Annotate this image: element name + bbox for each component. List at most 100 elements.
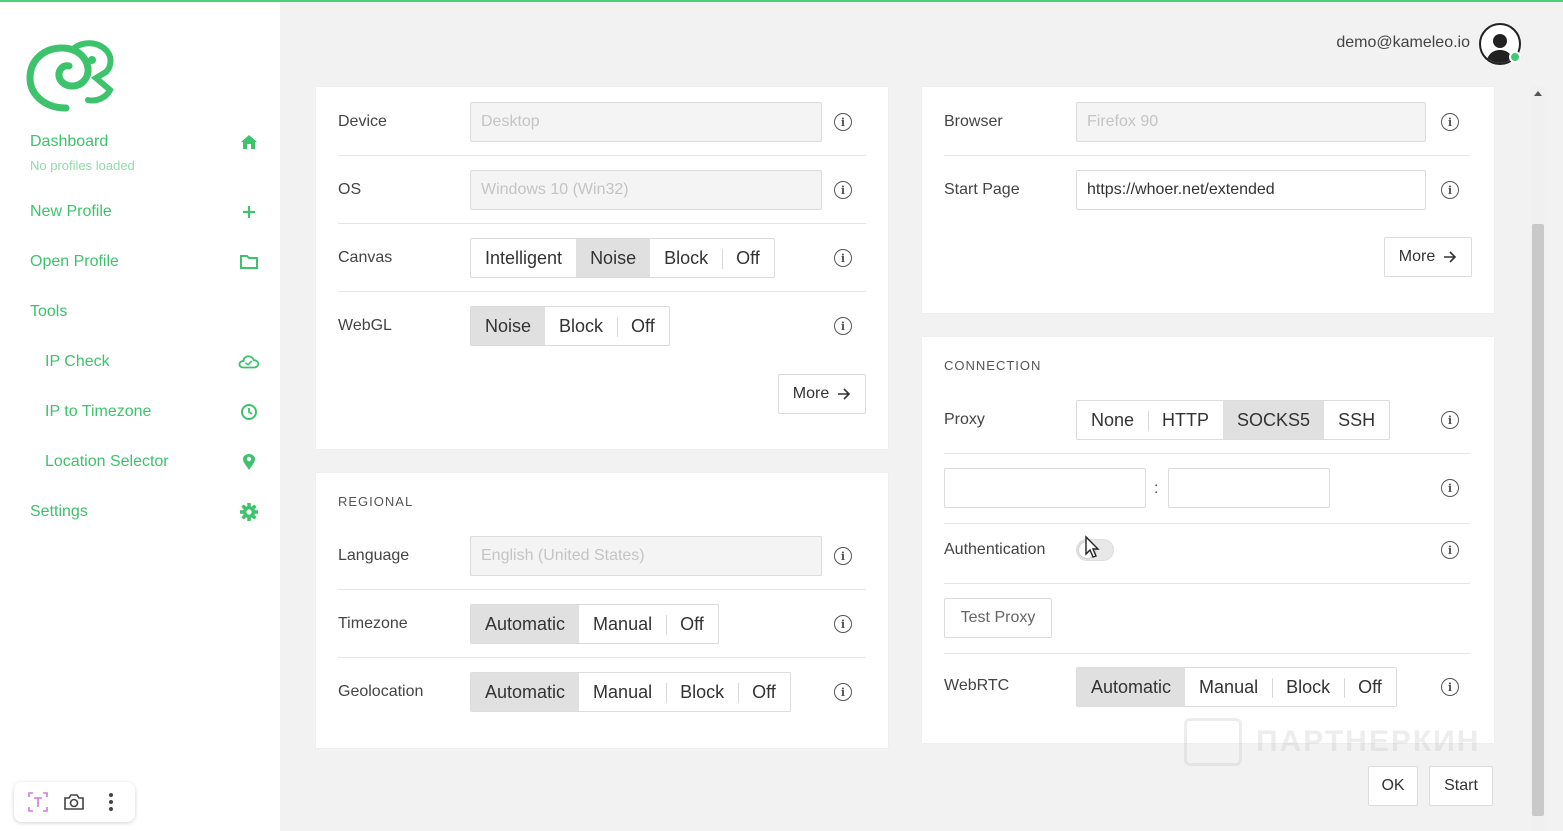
webrtc-option-automatic[interactable]: Automatic xyxy=(1077,668,1186,706)
info-icon[interactable]: i xyxy=(834,547,852,565)
online-status-indicator xyxy=(1509,51,1521,63)
gear-icon xyxy=(238,501,260,523)
info-icon[interactable]: i xyxy=(834,113,852,131)
browser-field[interactable]: Firefox 90 xyxy=(1076,102,1426,142)
start-page-input[interactable]: https://whoer.net/extended xyxy=(1076,170,1426,210)
canvas-option-off[interactable]: Off xyxy=(722,239,774,277)
proxy-option-socks5[interactable]: SOCKS5 xyxy=(1223,401,1325,439)
authentication-label: Authentication xyxy=(944,541,1046,558)
ok-button[interactable]: OK xyxy=(1368,766,1418,806)
os-label: OS xyxy=(338,181,362,198)
timezone-option-off[interactable]: Off xyxy=(666,605,718,643)
sidebar-item-new-profile[interactable]: New Profile xyxy=(30,198,260,226)
sidebar: Dashboard No profiles loaded New Profile… xyxy=(0,2,280,831)
info-icon[interactable]: i xyxy=(1441,113,1459,131)
info-icon[interactable]: i xyxy=(834,615,852,633)
timezone-option-automatic[interactable]: Automatic xyxy=(471,605,580,643)
canvas-option-intelligent[interactable]: Intelligent xyxy=(471,239,576,277)
sidebar-item-open-profile[interactable]: Open Profile xyxy=(30,248,260,276)
sidebar-item-dashboard[interactable]: Dashboard xyxy=(30,128,260,156)
folder-icon xyxy=(238,251,260,273)
language-field[interactable]: English (United States) xyxy=(470,536,822,576)
geolocation-option-automatic[interactable]: Automatic xyxy=(471,673,580,711)
canvas-label: Canvas xyxy=(338,249,393,266)
info-icon[interactable]: i xyxy=(1441,479,1459,497)
test-proxy-button[interactable]: Test Proxy xyxy=(944,598,1052,638)
device-label: Device xyxy=(338,113,387,130)
more-button-label: More xyxy=(792,385,830,402)
timezone-option-manual[interactable]: Manual xyxy=(579,605,666,643)
watermark-logo-icon xyxy=(1184,718,1242,766)
camera-icon[interactable] xyxy=(60,788,88,816)
geolocation-segmented-control: Automatic Manual Block Off xyxy=(470,672,791,712)
webrtc-option-off[interactable]: Off xyxy=(1344,668,1396,706)
sidebar-item-label: Settings xyxy=(30,503,88,520)
device-field[interactable]: Desktop xyxy=(470,102,822,142)
info-icon[interactable]: i xyxy=(834,683,852,701)
info-icon[interactable]: i xyxy=(1441,181,1459,199)
canvas-option-noise[interactable]: Noise xyxy=(576,239,651,277)
row-divider xyxy=(338,657,866,658)
location-pin-icon xyxy=(238,451,260,473)
proxy-option-http[interactable]: HTTP xyxy=(1148,401,1223,439)
more-options-icon[interactable] xyxy=(97,788,125,816)
scroll-up-arrow-icon[interactable] xyxy=(1534,91,1542,96)
webgl-label: WebGL xyxy=(338,317,392,334)
scrollbar-thumb[interactable] xyxy=(1532,224,1544,816)
row-divider xyxy=(338,155,866,156)
info-icon[interactable]: i xyxy=(834,249,852,267)
start-button[interactable]: Start xyxy=(1429,766,1493,806)
webrtc-option-block[interactable]: Block xyxy=(1272,668,1344,706)
sidebar-item-settings[interactable]: Settings xyxy=(30,498,260,526)
plus-icon xyxy=(238,201,260,223)
webgl-option-block[interactable]: Block xyxy=(545,307,617,345)
proxy-port-input[interactable] xyxy=(1168,468,1330,508)
arrow-right-icon xyxy=(838,388,851,400)
geolocation-option-block[interactable]: Block xyxy=(666,673,738,711)
mouse-cursor-icon xyxy=(1085,535,1100,558)
webgl-segmented-control: Noise Block Off xyxy=(470,306,670,346)
row-divider xyxy=(338,589,866,590)
geolocation-option-off[interactable]: Off xyxy=(738,673,790,711)
webrtc-option-manual[interactable]: Manual xyxy=(1185,668,1272,706)
proxy-host-input[interactable] xyxy=(944,468,1146,508)
text-recognition-icon[interactable] xyxy=(24,788,52,816)
canvas-option-block[interactable]: Block xyxy=(650,239,722,277)
watermark-text: ПАРТНЕРКИН xyxy=(1256,725,1481,758)
start-page-label: Start Page xyxy=(944,181,1020,198)
dashboard-status: No profiles loaded xyxy=(30,158,135,173)
info-icon[interactable]: i xyxy=(1441,678,1459,696)
device-more-button[interactable]: More xyxy=(778,374,866,414)
more-button-label: More xyxy=(1398,248,1436,265)
row-divider xyxy=(338,223,866,224)
info-icon[interactable]: i xyxy=(834,317,852,335)
proxy-label: Proxy xyxy=(944,411,985,428)
cloud-check-icon xyxy=(238,351,260,373)
info-icon[interactable]: i xyxy=(834,181,852,199)
device-card: Device Desktop i OS Windows 10 (Win32) i… xyxy=(316,87,888,449)
canvas-segmented-control: Intelligent Noise Block Off xyxy=(470,238,775,278)
proxy-option-ssh[interactable]: SSH xyxy=(1324,401,1389,439)
row-divider xyxy=(944,523,1470,524)
clock-icon xyxy=(238,401,260,423)
webgl-option-off[interactable]: Off xyxy=(617,307,669,345)
sidebar-item-label: IP to Timezone xyxy=(45,403,152,420)
sidebar-item-ip-check[interactable]: IP Check xyxy=(45,348,260,376)
sidebar-item-tools[interactable]: Tools xyxy=(30,298,260,326)
geolocation-label: Geolocation xyxy=(338,683,424,700)
regional-section-title: REGIONAL xyxy=(338,494,414,509)
row-divider xyxy=(944,653,1470,654)
sidebar-item-ip-to-timezone[interactable]: IP to Timezone xyxy=(45,398,260,426)
info-icon[interactable]: i xyxy=(1441,541,1459,559)
proxy-option-none[interactable]: None xyxy=(1077,401,1148,439)
user-email: demo@kameleo.io xyxy=(1336,34,1470,51)
geolocation-option-manual[interactable]: Manual xyxy=(579,673,666,711)
watermark: ПАРТНЕРКИН xyxy=(1184,712,1494,772)
info-icon[interactable]: i xyxy=(1441,411,1459,429)
sidebar-item-location-selector[interactable]: Location Selector xyxy=(45,448,260,476)
regional-card: REGIONAL Language English (United States… xyxy=(316,473,888,748)
os-field[interactable]: Windows 10 (Win32) xyxy=(470,170,822,210)
kameleo-logo-icon xyxy=(26,40,114,112)
browser-more-button[interactable]: More xyxy=(1384,237,1472,277)
webgl-option-noise[interactable]: Noise xyxy=(471,307,546,345)
